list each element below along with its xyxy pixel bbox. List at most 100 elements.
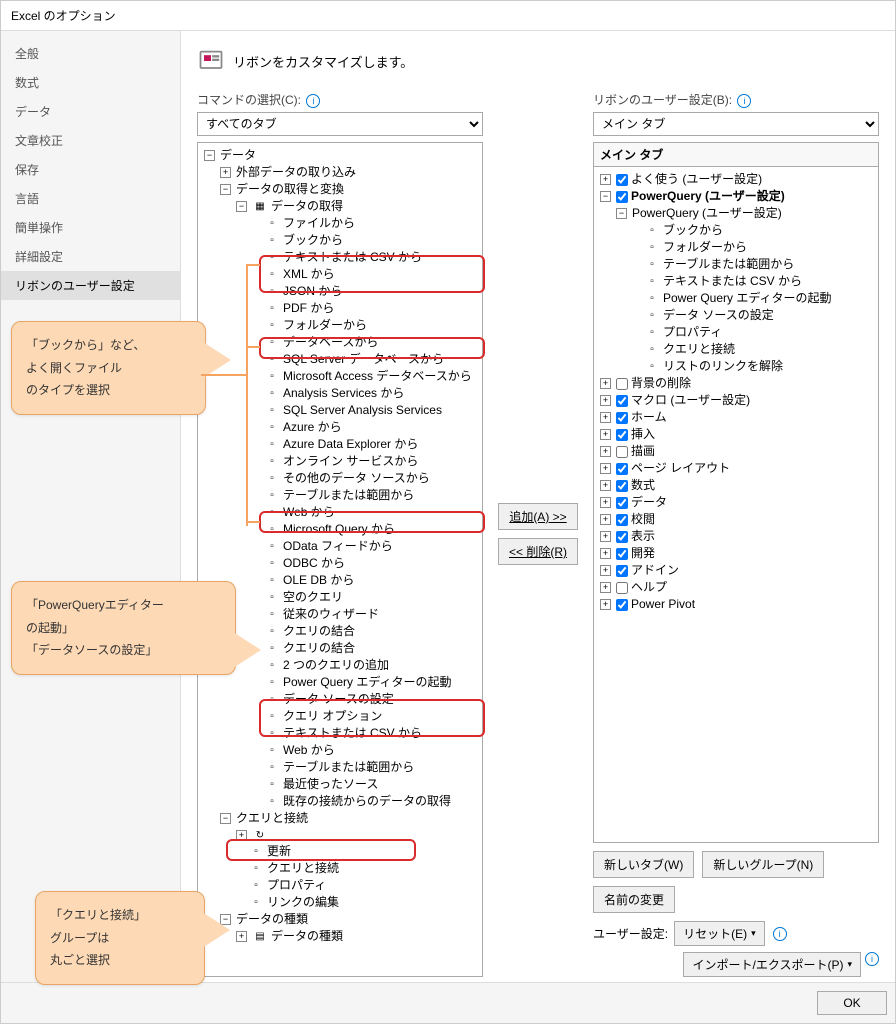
tab-item[interactable]: +Power Pivot <box>598 596 876 613</box>
sidebar-item-data[interactable]: データ <box>1 97 180 126</box>
checkbox[interactable] <box>616 378 628 390</box>
checkbox[interactable] <box>616 174 628 186</box>
tree-leaf[interactable]: ▫従来のウィザード <box>250 606 480 623</box>
tree-leaf[interactable]: ▫データベースから <box>250 334 480 351</box>
expand-icon[interactable]: + <box>600 548 611 559</box>
commands-dropdown[interactable]: すべてのタブ <box>197 112 483 136</box>
tree-leaf[interactable]: ▫テーブルまたは範囲から <box>250 487 480 504</box>
import-export-dropdown[interactable]: インポート/エクスポート(P) <box>683 952 861 977</box>
tree-leaf[interactable]: ▫テーブルまたは範囲から <box>250 759 480 776</box>
new-tab-button[interactable]: 新しいタブ(W) <box>593 851 694 878</box>
add-button[interactable]: 追加(A) >> <box>498 503 577 530</box>
info-icon[interactable]: i <box>865 952 879 966</box>
tree-leaf[interactable]: ▫2 つのクエリの追加 <box>250 657 480 674</box>
tree-leaf[interactable]: ▫Microsoft Access データベースから <box>250 368 480 385</box>
checkbox[interactable] <box>616 191 628 203</box>
collapse-icon[interactable]: − <box>204 150 215 161</box>
rename-button[interactable]: 名前の変更 <box>593 886 675 913</box>
tree-leaf[interactable]: ▫クエリと接続 <box>630 341 876 358</box>
tree-leaf[interactable]: ▫JSON から <box>250 283 480 300</box>
remove-button[interactable]: << 削除(R) <box>498 538 578 565</box>
tab-item[interactable]: +表示 <box>598 528 876 545</box>
tab-item[interactable]: +挿入 <box>598 426 876 443</box>
expand-icon[interactable]: + <box>600 174 611 185</box>
ribbon-dropdown[interactable]: メイン タブ <box>593 112 879 136</box>
info-icon[interactable]: i <box>306 94 320 108</box>
tree-leaf[interactable]: ▫リンクの編集 <box>234 894 480 911</box>
tree-leaf[interactable]: ▫ブックから <box>630 222 876 239</box>
expand-icon[interactable]: + <box>600 599 611 610</box>
expand-icon[interactable]: + <box>600 412 611 423</box>
sidebar-item-advanced[interactable]: 詳細設定 <box>1 242 180 271</box>
sidebar-item-language[interactable]: 言語 <box>1 184 180 213</box>
tree-leaf[interactable]: ▫その他のデータ ソースから <box>250 470 480 487</box>
tab-item[interactable]: +データ <box>598 494 876 511</box>
expand-icon[interactable]: + <box>236 931 247 942</box>
tab-item[interactable]: +ホーム <box>598 409 876 426</box>
tree-leaf[interactable]: ▫テーブルまたは範囲から <box>630 256 876 273</box>
tree-leaf[interactable]: ▫Web から <box>250 504 480 521</box>
tree-leaf[interactable]: ▫クエリの結合 <box>250 640 480 657</box>
collapse-icon[interactable]: − <box>616 208 627 219</box>
tree-leaf[interactable]: ▫SQL Server データベースから <box>250 351 480 368</box>
expand-icon[interactable]: + <box>220 167 231 178</box>
sidebar-item-general[interactable]: 全般 <box>1 39 180 68</box>
expand-icon[interactable]: + <box>600 531 611 542</box>
tree-leaf[interactable]: ▫データ ソースの設定 <box>250 691 480 708</box>
tree-leaf[interactable]: ▫XML から <box>250 266 480 283</box>
expand-icon[interactable]: + <box>600 429 611 440</box>
tree-leaf[interactable]: ▫クエリの結合 <box>250 623 480 640</box>
tree-leaf[interactable]: ▫Power Query エディターの起動 <box>630 290 876 307</box>
tab-item[interactable]: +描画 <box>598 443 876 460</box>
checkbox[interactable] <box>616 395 628 407</box>
info-icon[interactable]: i <box>773 927 787 941</box>
tree-leaf[interactable]: ▫テキストまたは CSV から <box>250 725 480 742</box>
tree-leaf[interactable]: ▫空のクエリ <box>250 589 480 606</box>
commands-tree[interactable]: −データ +外部データの取り込み −データの取得と変換 −▦データの取得 <box>197 142 483 977</box>
expand-icon[interactable]: + <box>600 514 611 525</box>
new-group-button[interactable]: 新しいグループ(N) <box>702 851 824 878</box>
checkbox[interactable] <box>616 599 628 611</box>
tree-leaf[interactable]: ▫最近使ったソース <box>250 776 480 793</box>
tab-item[interactable]: +数式 <box>598 477 876 494</box>
tree-leaf[interactable]: ▫プロパティ <box>234 877 480 894</box>
tab-item[interactable]: +ヘルプ <box>598 579 876 596</box>
tree-leaf[interactable]: ▫Web から <box>250 742 480 759</box>
checkbox[interactable] <box>616 497 628 509</box>
checkbox[interactable] <box>616 565 628 577</box>
tree-leaf[interactable]: ▫PDF から <box>250 300 480 317</box>
tree-leaf[interactable]: ▫テキストまたは CSV から <box>250 249 480 266</box>
tree-leaf[interactable]: ▫リストのリンクを解除 <box>630 358 876 375</box>
checkbox[interactable] <box>616 582 628 594</box>
tree-leaf[interactable]: ▫Azure Data Explorer から <box>250 436 480 453</box>
checkbox[interactable] <box>616 463 628 475</box>
tree-leaf[interactable]: ▫Power Query エディターの起動 <box>250 674 480 691</box>
tree-leaf[interactable]: ▫ファイルから <box>250 215 480 232</box>
sidebar-item-formulas[interactable]: 数式 <box>1 68 180 97</box>
tree-leaf[interactable]: ▫ブックから <box>250 232 480 249</box>
ribbon-tree[interactable]: +よく使う (ユーザー設定) −PowerQuery (ユーザー設定) −Pow… <box>593 166 879 843</box>
tab-item[interactable]: +校閲 <box>598 511 876 528</box>
expand-icon[interactable]: + <box>600 446 611 457</box>
tree-leaf[interactable]: ▫フォルダーから <box>250 317 480 334</box>
checkbox[interactable] <box>616 548 628 560</box>
tree-leaf[interactable]: ▫OData フィードから <box>250 538 480 555</box>
expand-icon[interactable]: + <box>600 480 611 491</box>
tree-leaf[interactable]: ▫データ ソースの設定 <box>630 307 876 324</box>
reset-dropdown[interactable]: リセット(E) <box>674 921 765 946</box>
checkbox[interactable] <box>616 429 628 441</box>
tree-leaf[interactable]: ▫既存の接続からのデータの取得 <box>250 793 480 810</box>
sidebar-item-save[interactable]: 保存 <box>1 155 180 184</box>
tree-leaf[interactable]: ▫クエリ オプション <box>250 708 480 725</box>
tree-leaf[interactable]: ▫Microsoft Query から <box>250 521 480 538</box>
sidebar-item-proofing[interactable]: 文章校正 <box>1 126 180 155</box>
info-icon[interactable]: i <box>737 94 751 108</box>
checkbox[interactable] <box>616 446 628 458</box>
tree-leaf[interactable]: ▫テキストまたは CSV から <box>630 273 876 290</box>
expand-icon[interactable]: + <box>600 565 611 576</box>
collapse-icon[interactable]: − <box>600 191 611 202</box>
expand-icon[interactable]: + <box>600 497 611 508</box>
ok-button[interactable]: OK <box>817 991 887 1015</box>
tree-leaf[interactable]: ▫オンライン サービスから <box>250 453 480 470</box>
expand-icon[interactable]: + <box>236 830 247 841</box>
